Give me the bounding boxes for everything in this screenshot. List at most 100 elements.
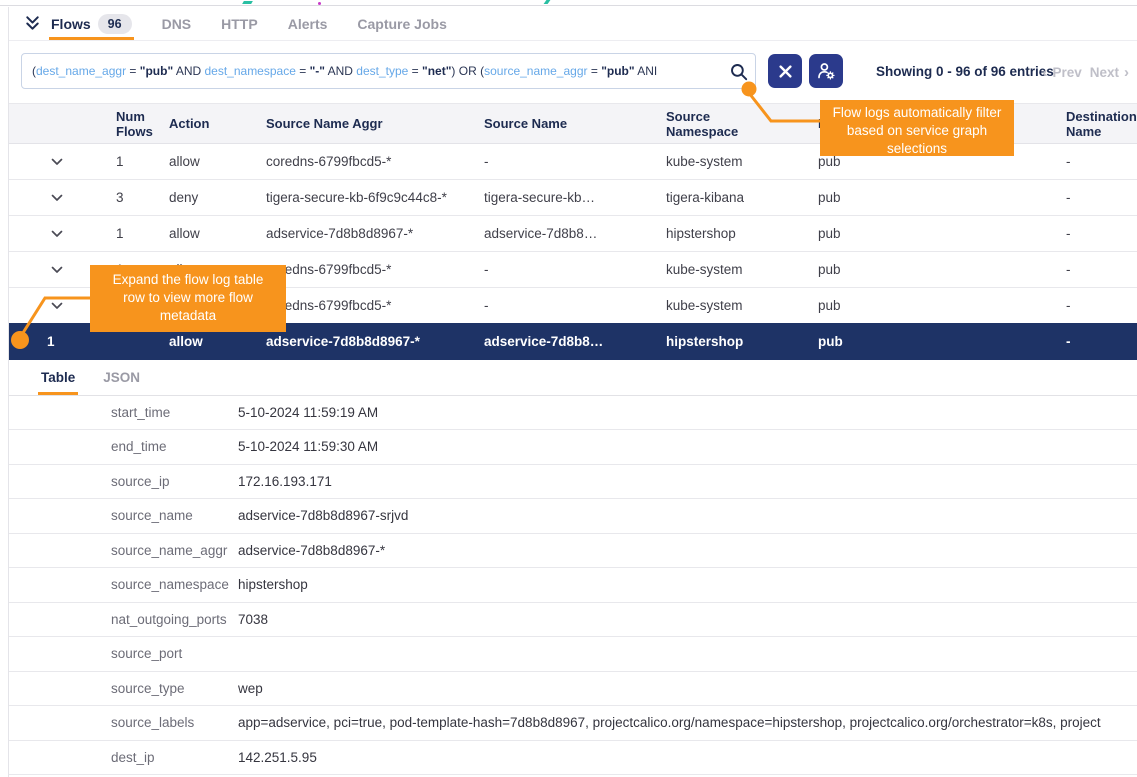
cell-dest-name-aggr: pub [818, 216, 1066, 252]
clear-filter-button[interactable] [768, 54, 802, 88]
collapse-panel-button[interactable] [23, 7, 42, 40]
row-expand-chevron[interactable] [9, 216, 116, 252]
cell-destination-name: - [1066, 288, 1137, 324]
cell-source-name: tigera-secure-kb… [484, 180, 666, 216]
cell-num-flows: 1 [116, 144, 169, 180]
cell-source-name: adservice-7d8b8… [484, 324, 666, 360]
chevron-left-icon: ‹ [1042, 64, 1047, 81]
col-header-source-name-aggr: Source Name Aggr [266, 104, 484, 144]
cell-source-name-aggr: tigera-secure-kb-6f9c9c44c8-* [266, 180, 484, 216]
cell-destination-name: - [1066, 144, 1137, 180]
cell-destination-name: - [1066, 252, 1137, 288]
chevron-down-icon [51, 190, 63, 205]
query-segment-field: dest_type [356, 64, 408, 78]
field-key: end_time [9, 439, 238, 454]
query-segment-plain: ) OR ( [451, 64, 484, 78]
log-type-tabbar: Flows 96 DNS HTTP Alerts Capture Jobs [9, 7, 1137, 41]
field-value: 7038 [238, 612, 1137, 627]
query-segment-field: source_name_aggr [484, 64, 587, 78]
callout-expand-note: Expand the flow log table row to view mo… [90, 265, 286, 332]
cell-destination-name: - [1066, 216, 1137, 252]
query-segment-value: "-" [310, 64, 325, 78]
col-header-label: Num Flows [116, 109, 169, 139]
query-segment-field: dest_namespace [204, 64, 295, 78]
field-key: source_port [9, 646, 238, 661]
prev-page-button[interactable]: ‹ Prev [1042, 64, 1081, 81]
user-settings-button[interactable] [809, 54, 843, 88]
tab-capture-jobs[interactable]: Capture Jobs [357, 7, 446, 40]
cell-source-name-aggr: adservice-7d8b8d8967-* [266, 216, 484, 252]
x-icon [779, 65, 792, 78]
cell-action: allow [169, 144, 266, 180]
cell-source-name: - [484, 288, 666, 324]
next-page-button[interactable]: Next › [1090, 64, 1129, 81]
cell-source-name: - [484, 252, 666, 288]
chevron-down-icon [51, 226, 63, 241]
detail-tab-table[interactable]: Table [41, 360, 75, 395]
query-segment-plain: = [588, 64, 602, 78]
clipped-graph-artifact [318, 2, 321, 5]
detail-field-row: source_typewep [9, 672, 1137, 707]
active-detail-tab-underline [38, 392, 78, 395]
cell-source-namespace: kube-system [666, 288, 818, 324]
clipped-graph-artifact [544, 0, 551, 4]
col-header-label: Destination Name [1066, 109, 1137, 139]
pagination: ‹ Prev Next › [1042, 64, 1129, 81]
cell-source-namespace: hipstershop [666, 216, 818, 252]
field-value: adservice-7d8b8d8967-srjvd [238, 508, 1137, 523]
tab-label: Flows [51, 16, 91, 32]
tab-http[interactable]: HTTP [221, 7, 258, 40]
tab-flows[interactable]: Flows 96 [51, 7, 132, 40]
cell-dest-name-aggr: pub [818, 180, 1066, 216]
tab-count-badge: 96 [98, 14, 132, 34]
tab-list: Flows 96 DNS HTTP Alerts Capture Jobs [51, 7, 477, 40]
col-header-destination-name: Destination Name [1066, 104, 1137, 144]
field-value: 5-10-2024 11:59:30 AM [238, 439, 1137, 454]
person-gear-icon [816, 61, 836, 81]
row-expand-chevron[interactable] [9, 180, 116, 216]
query-segment-plain: = [126, 64, 140, 78]
field-value: 142.251.5.95 [238, 750, 1137, 765]
chevron-right-icon: › [1124, 64, 1129, 81]
detail-field-row: start_time5-10-2024 11:59:19 AM [9, 396, 1137, 431]
cell-dest-name-aggr: pub [818, 252, 1066, 288]
col-header-label: Source Name [484, 116, 567, 131]
cell-source-namespace: hipstershop [666, 324, 818, 360]
detail-field-row: nat_outgoing_ports7038 [9, 603, 1137, 638]
cell-action: deny [169, 180, 266, 216]
field-key: dest_ip [9, 750, 238, 765]
cell-action: allow [169, 216, 266, 252]
tab-dns[interactable]: DNS [162, 7, 192, 40]
cell-destination-name: - [1066, 180, 1137, 216]
field-key: source_namespace [9, 577, 238, 592]
col-header-label: Action [169, 116, 209, 131]
cell-dest-name-aggr: pub [818, 288, 1066, 324]
query-segment-plain: AND [325, 64, 356, 78]
field-key: source_name [9, 508, 238, 523]
cell-dest-name-aggr: pub [818, 324, 1066, 360]
flow-detail-fields: start_time5-10-2024 11:59:19 AMend_time5… [9, 396, 1137, 776]
detail-tabbar: Table JSON [9, 360, 1137, 396]
tab-alerts[interactable]: Alerts [288, 7, 328, 40]
detail-field-row: source_name_aggradservice-7d8b8d8967-* [9, 534, 1137, 569]
detail-tab-json[interactable]: JSON [103, 360, 140, 395]
flow-row[interactable]: 1allowadservice-7d8b8d8967-*adservice-7d… [9, 216, 1137, 252]
search-icon[interactable] [730, 63, 748, 84]
clipped-graph-artifact [242, 1, 253, 4]
cell-source-name: - [484, 144, 666, 180]
double-chevron-down-icon [23, 14, 42, 33]
row-expand-chevron[interactable] [9, 144, 116, 180]
flow-logs-screen: Flows 96 DNS HTTP Alerts Capture Jobs (dest_n… [0, 0, 1137, 777]
filter-query-input[interactable]: (dest_name_aggr = "pub" AND dest_namespa… [21, 53, 756, 89]
col-header-action: Action [169, 104, 266, 144]
tab-label: Capture Jobs [357, 16, 446, 32]
field-key: nat_outgoing_ports [9, 612, 238, 627]
cell-source-namespace: kube-system [666, 252, 818, 288]
cell-num-flows: 1 [116, 216, 169, 252]
cell-source-namespace: tigera-kibana [666, 180, 818, 216]
chevron-down-icon [51, 298, 63, 313]
field-value: 5-10-2024 11:59:19 AM [238, 405, 1137, 420]
field-key: source_ip [9, 474, 238, 489]
flow-row[interactable]: 3denytigera-secure-kb-6f9c9c44c8-*tigera… [9, 180, 1137, 216]
field-key: source_name_aggr [9, 543, 238, 558]
